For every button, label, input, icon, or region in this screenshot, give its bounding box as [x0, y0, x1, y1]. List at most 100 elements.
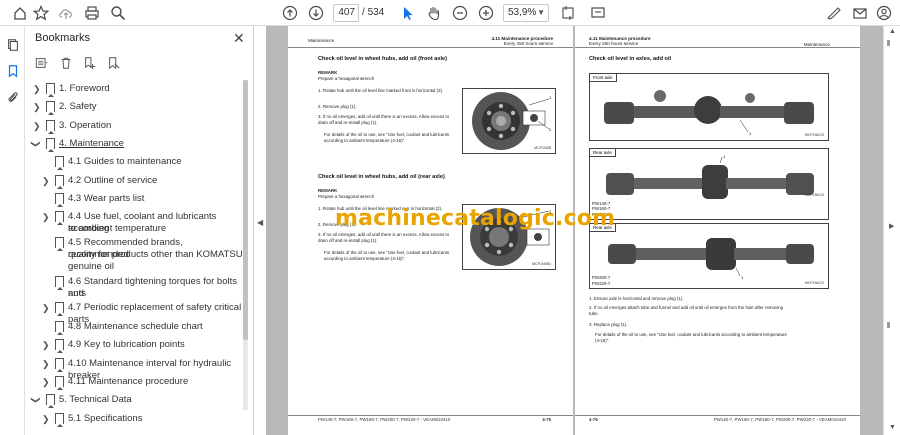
comment-icon[interactable]: [588, 3, 608, 23]
pages-icon[interactable]: [4, 36, 22, 54]
bookmark-item[interactable]: 4.5 Recommended brands, recommended qual…: [25, 237, 243, 273]
watermark: machinecatalogic.com: [335, 206, 616, 231]
figure-code: MCP1N0B: [534, 146, 551, 150]
zoom-in-icon[interactable]: [476, 3, 496, 23]
scroll-up-icon[interactable]: ▲: [889, 28, 896, 35]
navigation-rail: [0, 26, 25, 435]
chevron-right-icon[interactable]: ❯: [42, 211, 50, 223]
close-icon[interactable]: ✕: [233, 30, 245, 47]
bookmark-item[interactable]: ❯ 4.10 Maintenance interval for hydrauli…: [25, 358, 243, 381]
bookmarks-scrollbar[interactable]: [243, 80, 248, 410]
chevron-down-icon[interactable]: ❯: [30, 140, 42, 148]
bookmark-label: 4.2 Outline of service: [68, 175, 158, 186]
figure-code: MCP1N0C0: [804, 193, 824, 197]
figure-label: Rear axle: [590, 149, 616, 157]
chevron-right-icon[interactable]: ❯: [42, 413, 50, 425]
page-up-icon[interactable]: [280, 3, 300, 23]
chevron-down-icon[interactable]: ❯: [30, 396, 42, 404]
total-pages: 534: [367, 7, 385, 18]
step-text: 2. Remove plug (1).: [318, 104, 357, 109]
bookmark-label: 4.11 Maintenance procedure: [68, 376, 189, 387]
chevron-right-icon[interactable]: ❯: [42, 358, 50, 370]
bookmark-item[interactable]: 4.8 Maintenance schedule chart: [25, 321, 243, 335]
page-header: 4.11 Maintenance procedure Every 250 hou…: [575, 36, 860, 48]
bookmark-item[interactable]: ❯ 5. Technical Data: [25, 394, 243, 408]
bookmark-label-cont: genuine oil: [68, 261, 114, 272]
cloud-upload-icon[interactable]: [56, 3, 76, 23]
bookmark-item[interactable]: ❯ 5.1 Specifications: [25, 413, 243, 427]
bookmark-item[interactable]: ❯ 4.7 Periodic replacement of safety cri…: [25, 302, 243, 325]
bookmark-item[interactable]: 4.1 Guides to maintenance: [25, 156, 243, 170]
bookmark-item[interactable]: 4.6 Standard tightening torques for bolt…: [25, 276, 243, 300]
page-number-input[interactable]: 407: [333, 4, 359, 22]
bookmark-flag-icon: [46, 101, 55, 115]
fit-page-icon[interactable]: [558, 3, 578, 23]
model-label: PW200-7: [592, 275, 611, 281]
section-title: Check oil level in axles, add oil: [589, 56, 672, 62]
step-text: For details of the oil to use, see "Use …: [324, 132, 450, 143]
bookmark-label-cont: quality for products other than KOMATSU: [68, 249, 243, 260]
bookmark-flag-icon: [55, 413, 64, 427]
add-bookmark-icon[interactable]: [81, 54, 99, 72]
bookmark-item[interactable]: ❯ 4.11 Maintenance procedure: [25, 376, 243, 390]
account-icon[interactable]: [874, 3, 894, 23]
attachment-icon[interactable]: [4, 88, 22, 106]
bookmark-label: 3. Operation: [59, 120, 112, 131]
figure-code: MCP1N0C0: [804, 133, 824, 137]
bookmark-item[interactable]: ❯ 4.4 Use fuel, coolant and lubricants a…: [25, 211, 243, 235]
email-icon[interactable]: [850, 3, 870, 23]
panel-title: Bookmarks: [35, 32, 91, 44]
tag-bookmark-icon[interactable]: [105, 54, 123, 72]
zoom-select[interactable]: 53,9% ▼: [503, 4, 549, 22]
scroll-down-icon[interactable]: ▼: [889, 424, 896, 431]
search-icon[interactable]: [108, 3, 128, 23]
next-page-arrow-icon[interactable]: ▶: [889, 222, 894, 230]
scrollbar-thumb[interactable]: [243, 80, 248, 340]
footer-left: PW140-7, PW160-7, PW180-7, PW200-7, PW22…: [318, 417, 451, 422]
bookmark-flag-icon: [55, 276, 64, 290]
bookmark-label: 1. Foreword: [59, 83, 110, 94]
bookmark-item[interactable]: ❯ 4.9 Key to lubrication points: [25, 339, 243, 353]
figure-code: MCP1N0B1: [532, 262, 551, 266]
chevron-right-icon[interactable]: ❯: [42, 302, 50, 314]
bookmark-label-cont: to ambient temperature: [68, 223, 167, 234]
options-menu-icon[interactable]: [33, 54, 51, 72]
bookmark-label: 4.1 Guides to maintenance: [68, 156, 182, 167]
bookmark-item-current[interactable]: ❯ 4. Maintenance: [25, 138, 243, 152]
chevron-right-icon[interactable]: ❯: [33, 120, 41, 132]
chevron-right-icon[interactable]: ❯: [42, 339, 50, 351]
bookmark-icon[interactable]: [4, 62, 22, 80]
chevron-right-icon[interactable]: ❯: [42, 376, 50, 388]
bookmark-item[interactable]: ❯ 3. Operation: [25, 120, 243, 134]
bookmark-item[interactable]: ❯ 4.2 Outline of service: [25, 175, 243, 189]
star-icon[interactable]: [31, 3, 51, 23]
sign-icon[interactable]: [824, 3, 844, 23]
bookmark-flag-icon: [55, 339, 64, 353]
zoom-value: 53,9%: [508, 7, 537, 18]
zoom-out-icon[interactable]: [450, 3, 470, 23]
select-cursor-icon[interactable]: [398, 3, 418, 23]
page-down-icon[interactable]: [306, 3, 326, 23]
collapse-panel-icon[interactable]: ◀: [257, 218, 263, 227]
document-scrollbar[interactable]: ▲ ▶ ▼: [883, 26, 900, 435]
chevron-right-icon[interactable]: ❯: [33, 83, 41, 95]
section-title: Check oil level in wheel hubs, add oil (…: [318, 174, 445, 180]
bookmark-item[interactable]: ❯ 2. Safety: [25, 101, 243, 115]
figure-rear-axle-2: Rear axle 1 PW200-7 PW220-7 MCP1N0C2: [589, 223, 829, 289]
bookmarks-panel: Bookmarks ✕ ❯ 1. Foreword ❯ 2. Safety ❯: [25, 26, 254, 435]
bookmark-label-cont: nuts: [68, 288, 86, 299]
bookmark-item[interactable]: ❯ 1. Foreword: [25, 83, 243, 97]
chevron-right-icon[interactable]: ❯: [42, 175, 50, 187]
home-icon[interactable]: [10, 3, 30, 23]
page-right: 4.11 Maintenance procedure Every 250 hou…: [575, 26, 860, 435]
bookmark-item[interactable]: 4.3 Wear parts list: [25, 193, 243, 207]
svg-text:1: 1: [749, 131, 752, 136]
delete-icon[interactable]: [57, 54, 75, 72]
page-separator: /: [362, 7, 365, 18]
print-icon[interactable]: [82, 3, 102, 23]
bookmark-flag-icon: [46, 83, 55, 97]
chevron-right-icon[interactable]: ❯: [33, 101, 41, 113]
bookmark-flag-icon: [55, 376, 64, 390]
header-right: 4.11 Maintenance procedure Every 250 hou…: [491, 36, 553, 47]
hand-icon[interactable]: [424, 3, 444, 23]
